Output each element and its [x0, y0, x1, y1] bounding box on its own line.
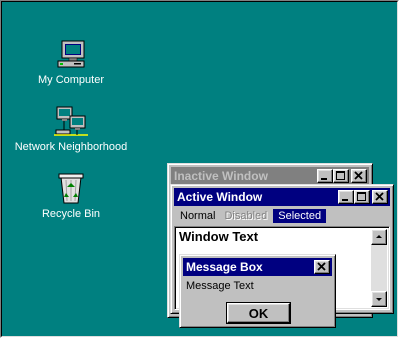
preview-inner-frame: My Computer Network Neighborhood Recycle… [1, 1, 398, 337]
arrow-up-icon [376, 235, 382, 238]
close-icon [375, 192, 384, 201]
desktop-icon-my-computer[interactable]: My Computer [6, 38, 136, 86]
minimize-button[interactable] [338, 190, 354, 204]
maximize-icon [357, 192, 366, 201]
scroll-up-button[interactable] [371, 229, 387, 245]
close-icon [317, 262, 326, 271]
minimize-button[interactable] [317, 169, 333, 183]
message-box-title-bar[interactable]: Message Box [183, 258, 332, 276]
message-text: Message Text [186, 280, 254, 292]
message-box[interactable]: Message Box Message Text OK [179, 254, 336, 328]
menu-bar: Normal Disabled Selected [174, 208, 390, 224]
my-computer-icon [54, 38, 88, 70]
active-title-bar[interactable]: Active Window [174, 188, 390, 206]
menu-item-disabled: Disabled [224, 210, 268, 222]
menu-item-selected[interactable]: Selected [273, 209, 327, 223]
appearance-preview: My Computer Network Neighborhood Recycle… [0, 0, 399, 338]
inactive-window-title: Inactive Window [174, 169, 268, 183]
inactive-title-bar[interactable]: Inactive Window [171, 167, 369, 185]
active-window-title: Active Window [177, 190, 263, 204]
arrow-down-icon [376, 298, 382, 301]
close-button[interactable] [372, 190, 388, 204]
close-button[interactable] [314, 260, 330, 274]
desktop-icon-recycle-bin[interactable]: Recycle Bin [6, 172, 136, 220]
recycle-bin-icon [54, 172, 88, 204]
ok-button[interactable]: OK [226, 302, 291, 324]
vertical-scrollbar[interactable] [371, 229, 387, 307]
minimize-icon [342, 199, 348, 201]
desktop-icon-network-neighborhood[interactable]: Network Neighborhood [6, 105, 136, 153]
window-text: Window Text [179, 229, 259, 244]
desktop: My Computer Network Neighborhood Recycle… [2, 2, 397, 336]
network-neighborhood-icon [54, 105, 88, 137]
close-icon [354, 171, 363, 180]
scroll-down-button[interactable] [371, 291, 387, 307]
close-button[interactable] [351, 169, 367, 183]
maximize-icon [336, 171, 345, 180]
minimize-icon [321, 178, 327, 180]
maximize-button[interactable] [354, 190, 370, 204]
desktop-icon-label: Recycle Bin [41, 208, 101, 220]
menu-item-normal[interactable]: Normal [174, 210, 221, 222]
maximize-button[interactable] [333, 169, 349, 183]
message-box-title: Message Box [186, 260, 263, 274]
desktop-icon-label: Network Neighborhood [14, 141, 128, 153]
desktop-icon-label: My Computer [37, 74, 105, 86]
ok-button-label: OK [248, 305, 269, 321]
